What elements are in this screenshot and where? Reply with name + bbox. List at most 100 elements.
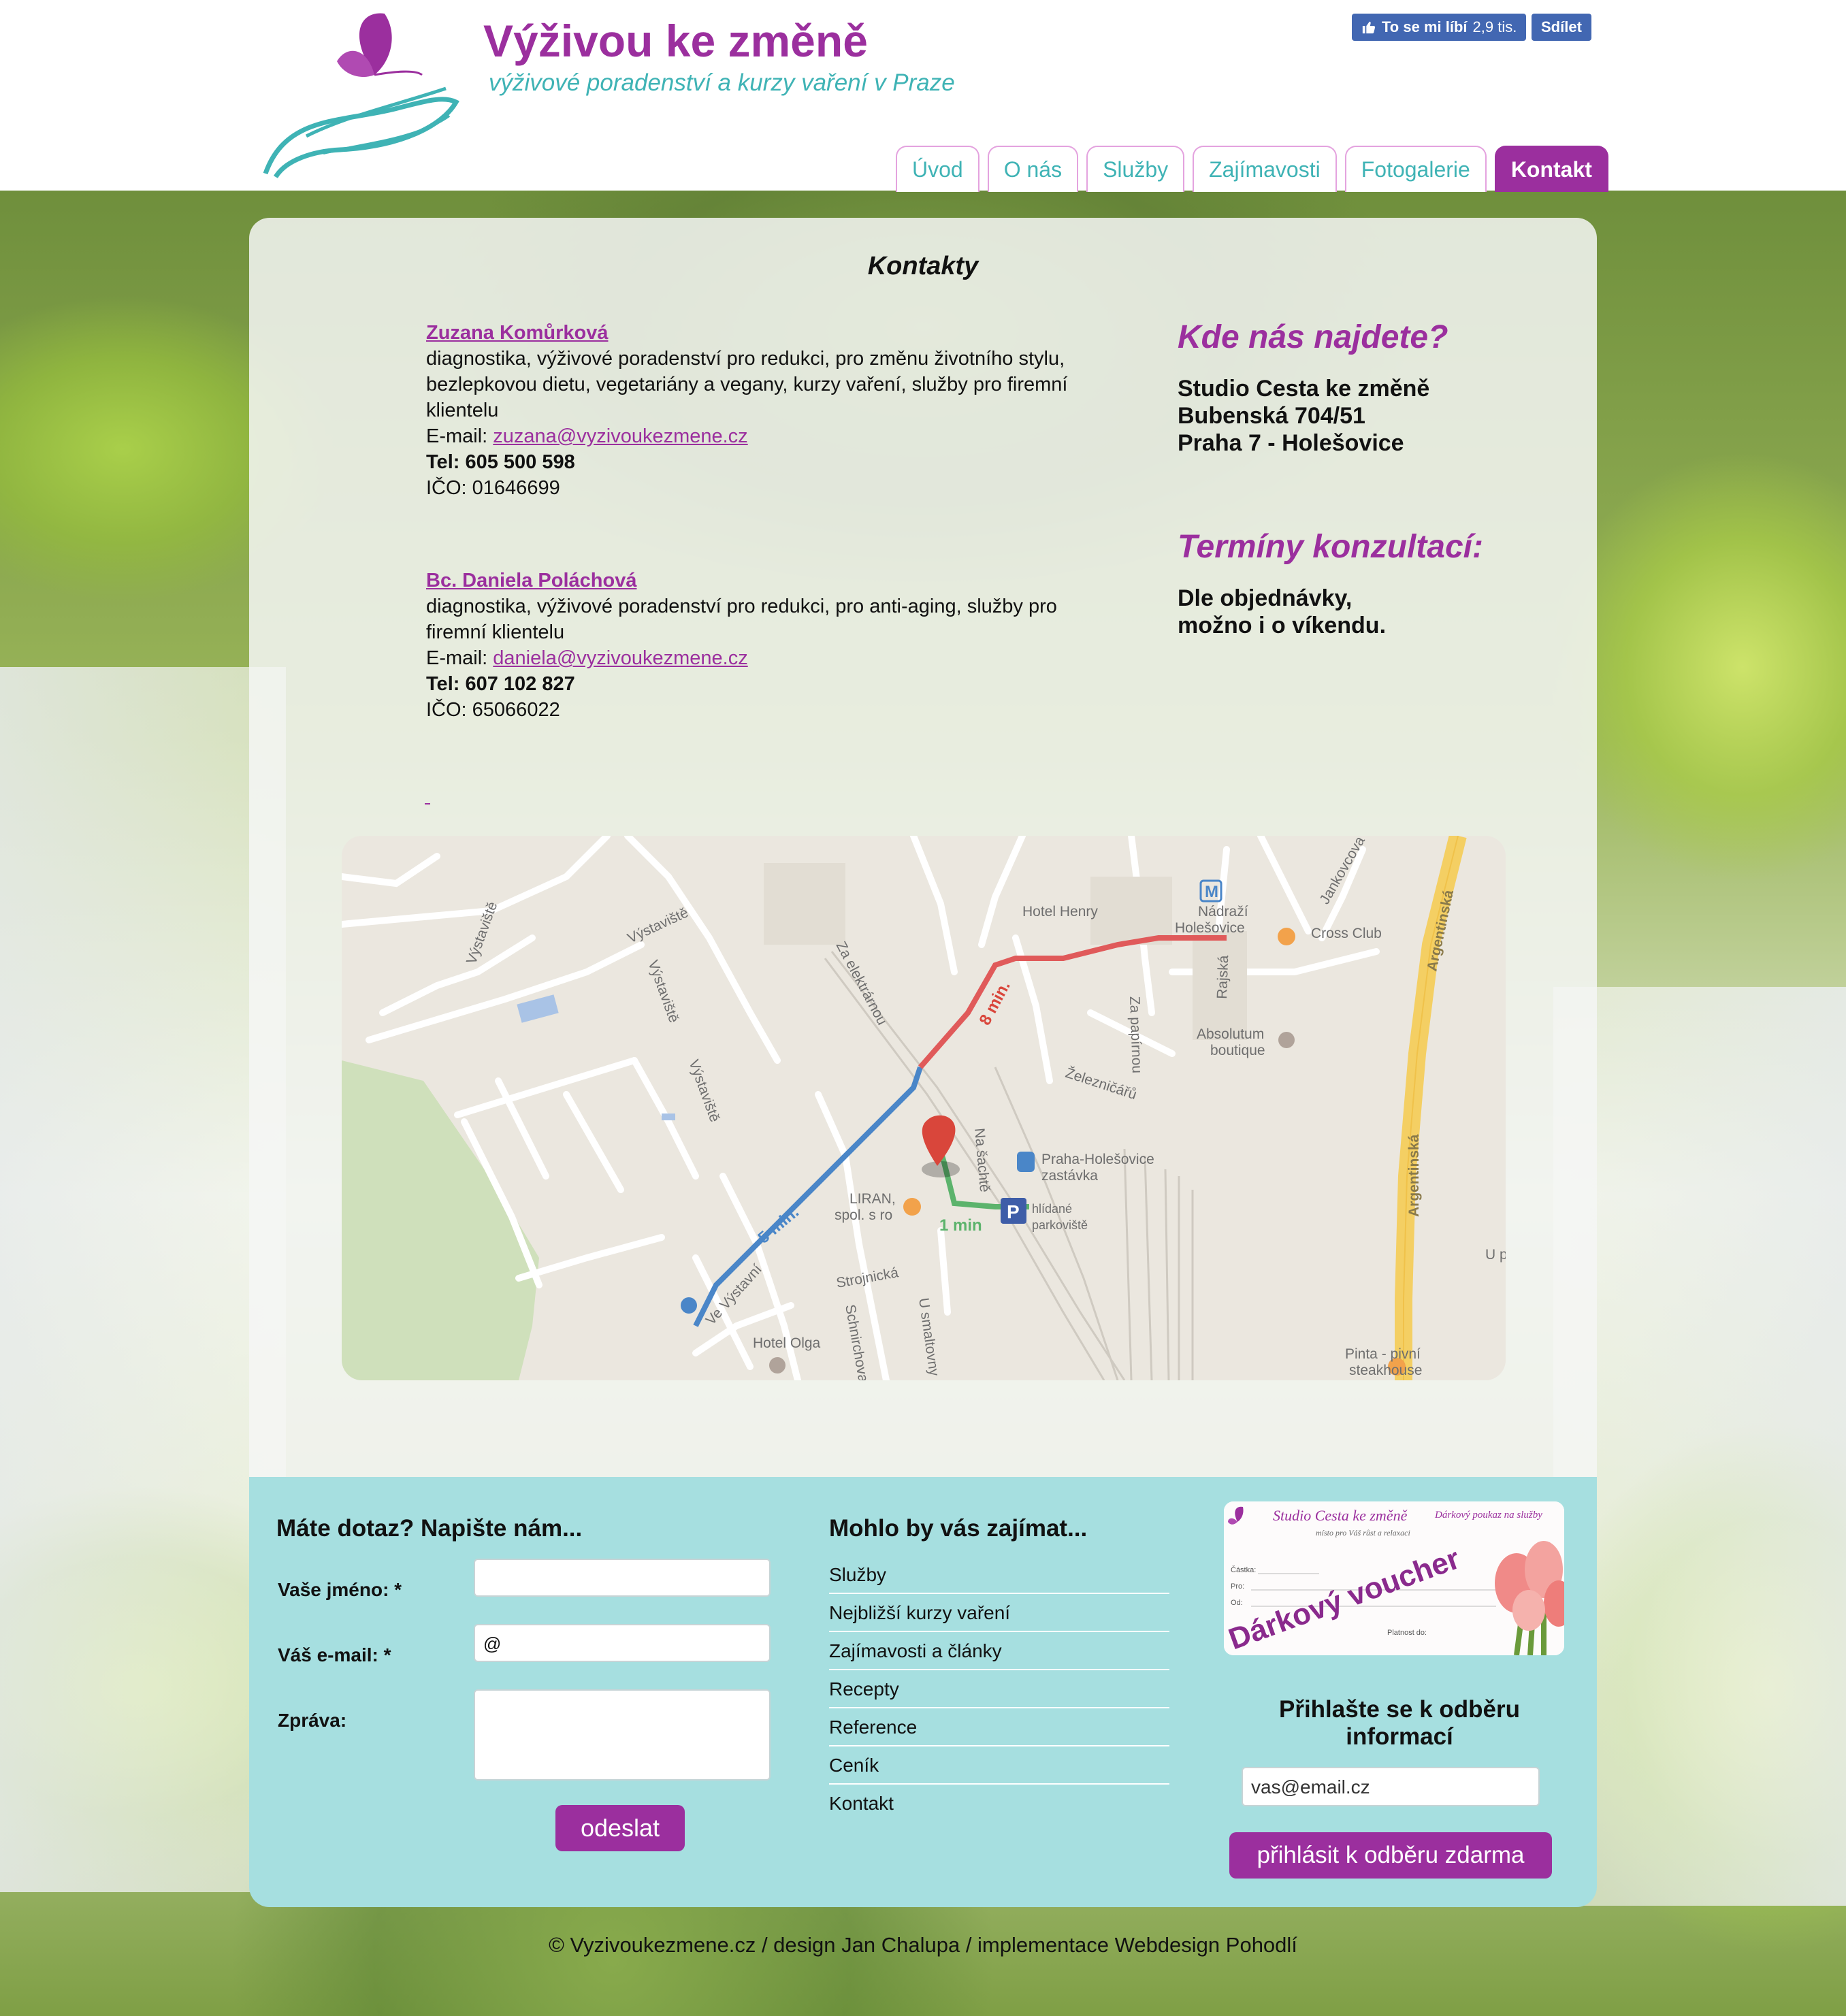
related-links-title: Mohlo by vás zajímat... [829, 1515, 1088, 1542]
related-link[interactable]: Služby [829, 1556, 1169, 1594]
contact-email-link[interactable]: daniela@vyzivoukezmene.cz [493, 647, 747, 669]
submit-button[interactable]: odeslat [555, 1805, 685, 1851]
facebook-like-label: To se mi líbí [1382, 18, 1468, 35]
name-label: Vaše jméno: * [278, 1579, 402, 1600]
voucher-field-label: Částka: [1231, 1565, 1256, 1574]
map-label: zastávka [1041, 1168, 1098, 1184]
map-label: boutique [1210, 1043, 1265, 1058]
related-link[interactable]: Nejbližší kurzy vaření [829, 1594, 1169, 1632]
restaurant-icon [903, 1198, 921, 1216]
nav-tab-fotogalerie[interactable]: Fotogalerie [1344, 146, 1487, 192]
map-label: Pinta - pivní [1345, 1346, 1421, 1362]
thumbs-up-icon [1362, 21, 1376, 34]
site-header: Výživou ke změně výživové poradenství a … [0, 0, 1846, 192]
footer-panel: Máte dotaz? Napište nám... Vaše jméno: *… [249, 1477, 1597, 1907]
address: Studio Cesta ke změně Bubenská 704/51 Pr… [1178, 375, 1559, 457]
map-label: Cross Club [1311, 926, 1382, 941]
map-label: Praha-Holešovice [1041, 1152, 1154, 1167]
address-line: Praha 7 - Holešovice [1178, 430, 1404, 456]
main-nav: Úvod O nás Služby Zajímavosti Fotogaleri… [896, 146, 1608, 192]
related-links-list: Služby Nejbližší kurzy vaření Zajímavost… [829, 1556, 1169, 1823]
site-subtitle: výživové poradenství a kurzy vaření v Pr… [489, 69, 955, 96]
bus-stop-icon [1017, 1152, 1035, 1172]
facebook-like-count: 2,9 tis. [1472, 18, 1517, 35]
map-label: Nádraží [1198, 904, 1248, 920]
contact-card: Bc. Daniela Poláchová diagnostika, výživ… [426, 568, 1100, 723]
consultation-text: Dle objednávky, možno i o víkendu. [1178, 585, 1559, 639]
bar-icon [1278, 928, 1295, 945]
map-label: hlídané [1032, 1202, 1072, 1216]
hotel-icon [769, 1357, 786, 1373]
map-label: LIRAN, [849, 1191, 896, 1207]
nav-tab-zajimavosti[interactable]: Zajímavosti [1193, 146, 1337, 192]
contact-phone: Tel: 605 500 598 [426, 451, 575, 473]
map-label: Hotel Olga [753, 1335, 821, 1351]
related-link[interactable]: Recepty [829, 1670, 1169, 1708]
voucher-field-label: Od: [1231, 1599, 1243, 1607]
consultation-times-block: Termíny konzultací: Dle objednávky, možn… [1178, 528, 1559, 639]
consultation-line: Dle objednávky, [1178, 585, 1353, 611]
background-photo-right-detail [1553, 987, 1846, 1906]
facebook-like-button[interactable]: To se mi líbí 2,9 tis. [1352, 14, 1527, 41]
map-label: Hotel Henry [1022, 904, 1098, 920]
nav-tab-sluzby[interactable]: Služby [1086, 146, 1185, 192]
location-map[interactable]: M P Výstaviště Výstaviště Výstaviště Výs… [342, 836, 1506, 1380]
contact-name-link[interactable]: Zuzana Komůrková [426, 320, 1100, 346]
contact-email-row: E-mail: daniela@vyzivoukezmene.cz [426, 645, 1100, 671]
site-title[interactable]: Výživou ke změně [483, 15, 868, 67]
copyright-text: © Vyzivoukezmene.cz / design Jan Chalupa… [549, 1933, 1297, 1957]
nav-tab-kontakt[interactable]: Kontakt [1494, 146, 1608, 192]
map-label: U p [1485, 1247, 1506, 1263]
map-label: Argentinská [1406, 1134, 1422, 1217]
contact-email-row: E-mail: zuzana@vyzivoukezmene.cz [426, 423, 1100, 449]
contact-ico: IČO: 01646699 [426, 477, 560, 499]
related-link[interactable]: Reference [829, 1708, 1169, 1746]
subscribe-email-input[interactable]: vas@email.cz [1242, 1767, 1540, 1806]
address-line: Studio Cesta ke změně [1178, 376, 1430, 402]
water-pond [662, 1113, 675, 1120]
subscribe-title: Přihlašte se k odběru informací [1278, 1696, 1521, 1750]
map-label: parkoviště [1032, 1218, 1088, 1232]
gift-voucher-banner[interactable]: Studio Cesta ke změně místo pro Váš růst… [1224, 1501, 1564, 1655]
related-link[interactable]: Zajímavosti a články [829, 1632, 1169, 1670]
consultation-heading: Termíny konzultací: [1178, 529, 1483, 565]
contact-name-link[interactable]: Bc. Daniela Poláchová [426, 568, 1100, 594]
message-textarea[interactable] [474, 1689, 771, 1781]
email-label: Váš e-mail: * [278, 1644, 391, 1665]
hidden-link[interactable] [425, 803, 430, 804]
map-label: spol. s ro [835, 1207, 892, 1223]
facebook-share-button[interactable]: Sdílet [1532, 14, 1591, 41]
contact-description: diagnostika, výživové poradenství pro re… [426, 348, 1068, 421]
consultation-line: možno i o víkendu. [1178, 613, 1387, 638]
contact-ico: IČO: 65066022 [426, 699, 560, 721]
hotel-icon [1278, 1032, 1295, 1048]
contact-description: diagnostika, výživové poradenství pro re… [426, 596, 1057, 643]
voucher-gift-line: Dárkový poukaz na služby [1434, 1510, 1542, 1521]
contact-phone: Tel: 607 102 827 [426, 673, 575, 695]
subscribe-button[interactable]: přihlásit k odběru zdarma [1229, 1832, 1552, 1879]
parking-glyph: P [1007, 1201, 1020, 1222]
metro-glyph: M [1205, 883, 1218, 901]
map-label: Absolutum [1197, 1026, 1264, 1042]
nav-tab-uvod[interactable]: Úvod [896, 146, 979, 192]
bus-stop-icon [681, 1297, 697, 1314]
address-line: Bubenská 704/51 [1178, 403, 1365, 429]
contact-email-link[interactable]: zuzana@vyzivoukezmene.cz [493, 425, 747, 447]
map-label: Holešovice [1175, 920, 1245, 936]
name-input[interactable] [474, 1559, 771, 1597]
related-link[interactable]: Kontakt [829, 1785, 1169, 1823]
voucher-studio: Studio Cesta ke změně [1273, 1507, 1408, 1524]
email-label: E-mail: [426, 647, 488, 669]
route-time-label: 1 min [939, 1216, 982, 1235]
nav-tab-o-nas[interactable]: O nás [987, 146, 1079, 192]
related-link[interactable]: Ceník [829, 1746, 1169, 1785]
map-label: Za papírnou [1127, 996, 1145, 1073]
voucher-tagline: místo pro Váš růst a relaxaci [1316, 1528, 1410, 1538]
butterfly-hand-logo[interactable] [259, 7, 463, 184]
voucher-field-label: Pro: [1231, 1582, 1244, 1591]
location-block: Kde nás najdete? Studio Cesta ke změně B… [1178, 319, 1559, 457]
email-label: E-mail: [426, 425, 488, 447]
map-label: steakhouse [1349, 1363, 1422, 1378]
message-label: Zpráva: [278, 1710, 347, 1731]
email-input[interactable]: @ [474, 1624, 771, 1662]
